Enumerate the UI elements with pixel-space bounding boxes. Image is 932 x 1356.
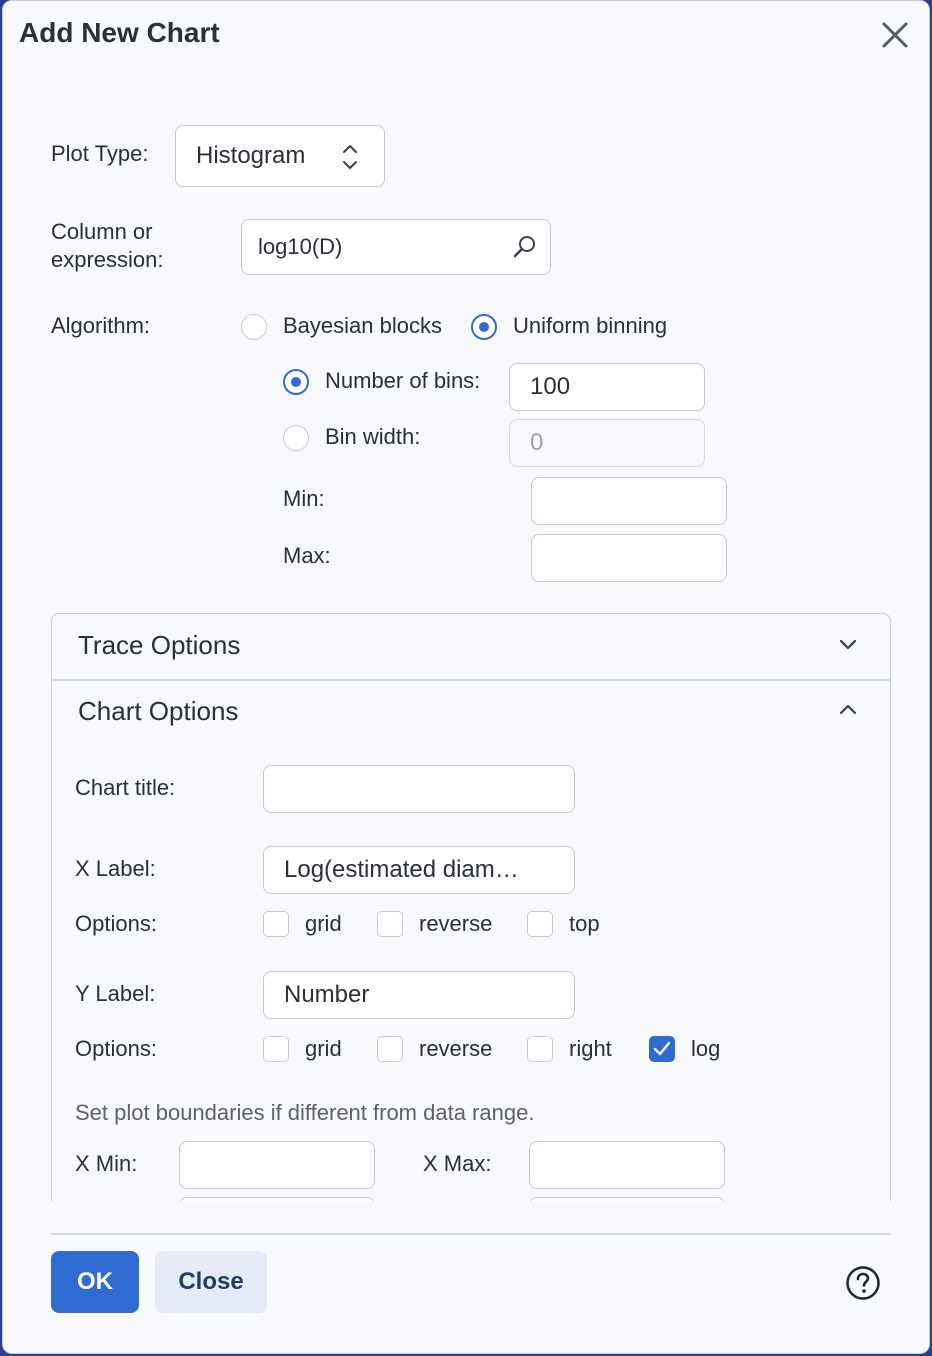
y-reverse-checkbox[interactable] (377, 1036, 403, 1062)
chevron-down-icon (838, 638, 858, 657)
y-grid-checkbox[interactable] (263, 1036, 289, 1062)
column-expression-value: log10(D) (258, 234, 343, 259)
column-expression-input[interactable]: log10(D) (241, 219, 551, 275)
y-log-label: log (691, 1036, 721, 1061)
x-reverse-checkbox[interactable] (377, 911, 403, 937)
x-min-input[interactable] (179, 1141, 375, 1189)
chart-title-input[interactable] (263, 765, 575, 813)
y-options-label: Options: (75, 1036, 157, 1061)
uniform-binning-label: Uniform binning (513, 313, 668, 338)
radio-uniform-binning[interactable] (471, 314, 497, 340)
help-icon[interactable] (845, 1265, 881, 1301)
y-label-input[interactable]: Number (263, 971, 575, 1019)
algorithm-label: Algorithm: (51, 313, 151, 338)
x-label-label: X Label: (75, 856, 156, 881)
y-max-input-partial[interactable] (529, 1197, 725, 1201)
bayesian-blocks-label: Bayesian blocks (283, 313, 442, 338)
x-grid-checkbox[interactable] (263, 911, 289, 937)
ok-button[interactable]: OK (51, 1251, 139, 1313)
x-label-value: Log(estimated diam… (284, 856, 519, 883)
bin-width-input[interactable]: 0 (509, 419, 705, 467)
x-top-checkbox[interactable] (527, 911, 553, 937)
bin-width-value: 0 (530, 429, 544, 456)
number-of-bins-label: Number of bins: (325, 368, 481, 393)
y-grid-label: grid (305, 1036, 342, 1061)
y-min-input-partial[interactable] (179, 1197, 375, 1201)
bin-width-label: Bin width: (325, 424, 421, 449)
select-updown-icon (342, 142, 358, 179)
y-right-label: right (569, 1036, 612, 1061)
x-min-label: X Min: (75, 1151, 138, 1176)
dialog-scroll-area: Plot Type: Histogram Column or expressio… (3, 1, 929, 1201)
plot-type-label: Plot Type: (51, 141, 149, 166)
column-label-line2: expression: (51, 247, 164, 272)
chart-title-label: Chart title: (75, 775, 176, 800)
x-reverse-label: reverse (419, 911, 493, 936)
chart-options-header[interactable]: Chart Options (52, 680, 890, 744)
trace-options-title: Trace Options (78, 630, 241, 660)
radio-bin-width[interactable] (283, 425, 309, 451)
x-top-label: top (569, 911, 600, 936)
x-max-label: X Max: (423, 1151, 492, 1176)
y-reverse-label: reverse (419, 1036, 493, 1061)
y-label-value: Number (284, 981, 370, 1008)
add-chart-dialog: Add New Chart Plot Type: Histogram Colum… (2, 0, 930, 1354)
plot-type-select[interactable]: Histogram (175, 125, 385, 187)
number-of-bins-value: 100 (530, 373, 571, 400)
min-input[interactable] (531, 477, 727, 525)
checkmark-icon (653, 1041, 671, 1056)
y-log-checkbox[interactable] (649, 1036, 675, 1062)
search-icon[interactable] (512, 234, 538, 266)
boundaries-note: Set plot boundaries if different from da… (75, 1100, 535, 1125)
chart-options-title: Chart Options (78, 696, 239, 726)
radio-bayesian-blocks[interactable] (241, 314, 267, 340)
max-input[interactable] (531, 534, 727, 582)
x-max-input[interactable] (529, 1141, 725, 1189)
max-label: Max: (283, 543, 331, 568)
close-button[interactable]: Close (155, 1251, 267, 1313)
x-label-input[interactable]: Log(estimated diam… (263, 846, 575, 894)
column-label-line1: Column or (51, 219, 153, 244)
x-grid-label: grid (305, 911, 342, 936)
trace-options-header[interactable]: Trace Options (52, 614, 890, 678)
chevron-up-icon (838, 702, 858, 721)
x-options-label: Options: (75, 911, 157, 936)
y-right-checkbox[interactable] (527, 1036, 553, 1062)
radio-number-of-bins[interactable] (283, 369, 309, 395)
min-label: Min: (283, 486, 325, 511)
footer-divider (51, 1233, 891, 1235)
number-of-bins-input[interactable]: 100 (509, 363, 705, 411)
plot-type-value: Histogram (196, 142, 306, 169)
y-label-label: Y Label: (75, 981, 156, 1006)
